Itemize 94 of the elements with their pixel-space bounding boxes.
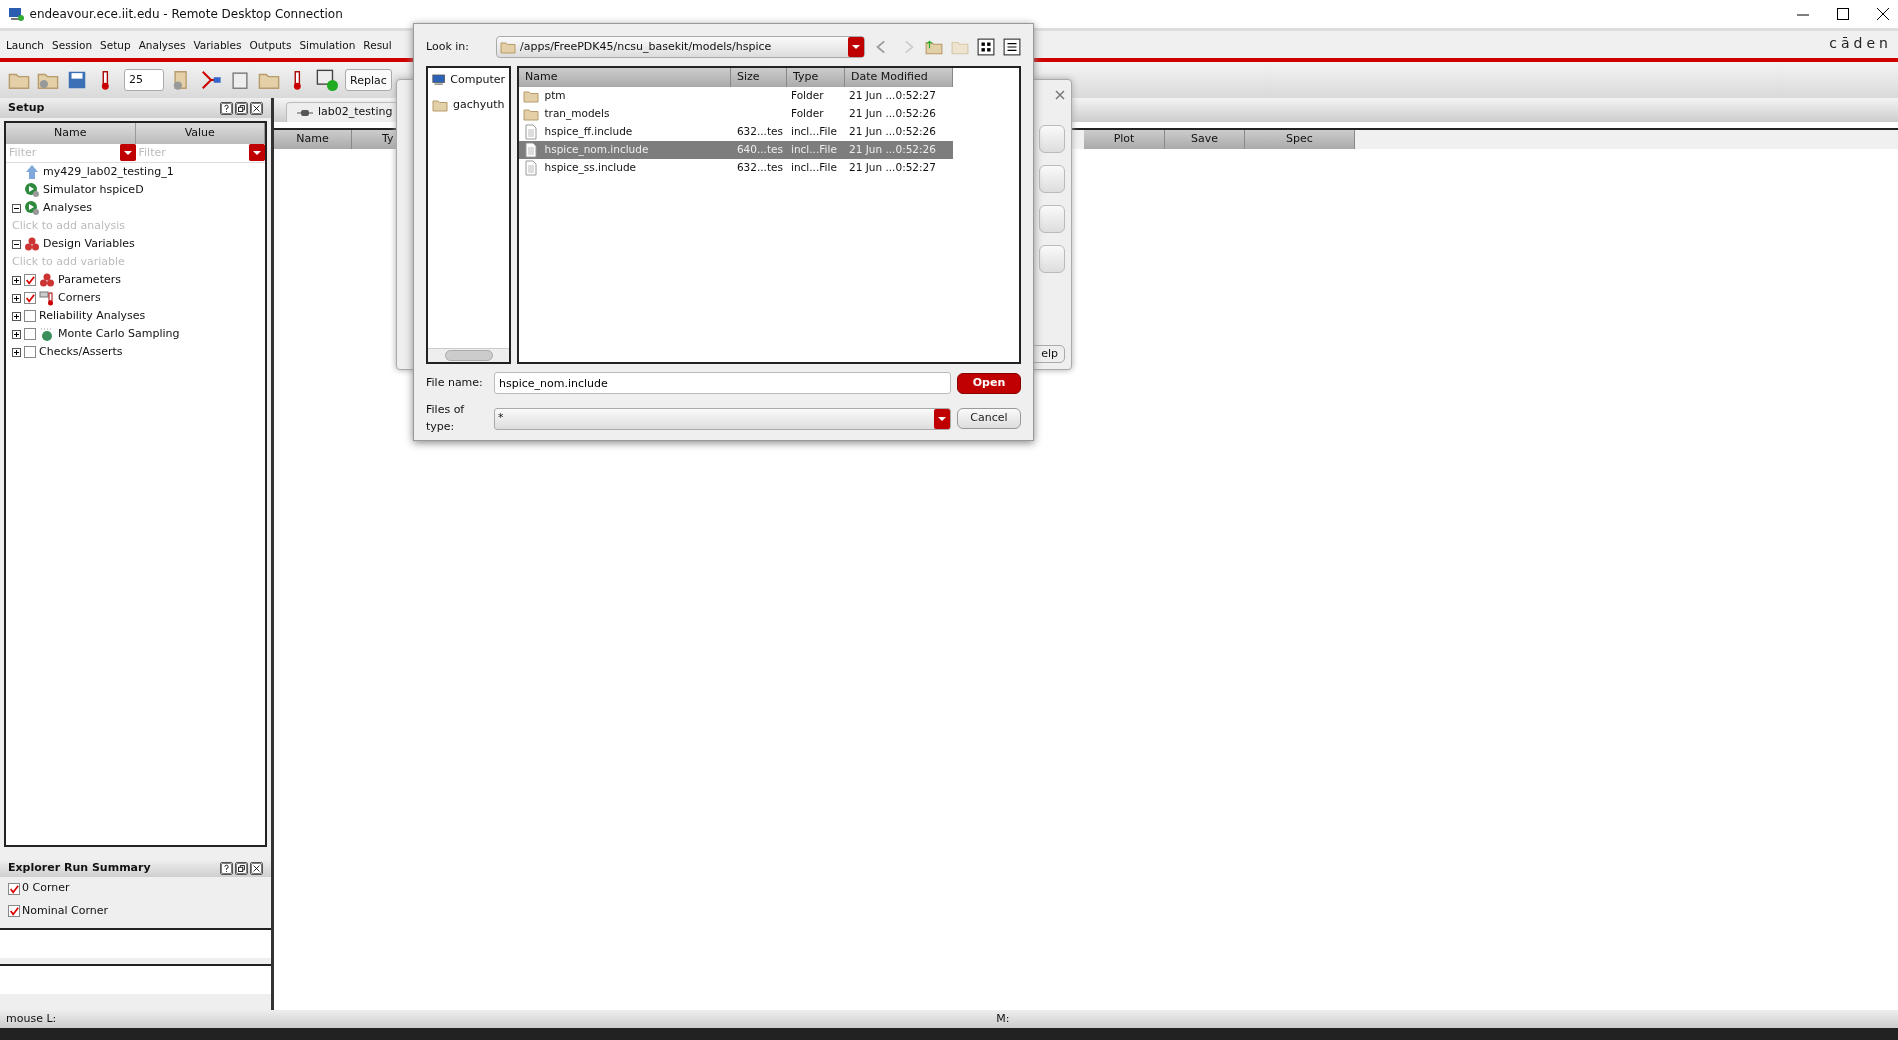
help-icon[interactable]: [220, 101, 233, 115]
up-arrow-icon: [24, 164, 40, 180]
restore-icon[interactable]: [235, 862, 248, 876]
file-name-field[interactable]: hspice_nom.include: [494, 372, 951, 394]
checkbox[interactable]: [24, 292, 36, 304]
expand-icon[interactable]: [12, 329, 21, 339]
tree-item[interactable]: Corners: [58, 289, 101, 307]
menu-item[interactable]: Session: [52, 38, 93, 54]
column-header[interactable]: Save: [1165, 130, 1245, 149]
tree-item[interactable]: Simulator hspiceD: [43, 181, 144, 199]
tree-item[interactable]: Parameters: [58, 271, 121, 289]
column-header[interactable]: Spec: [1245, 130, 1355, 149]
tree-item[interactable]: Checks/Asserts: [39, 343, 123, 361]
close-icon[interactable]: [1876, 7, 1890, 21]
list-view-icon[interactable]: [1003, 38, 1021, 56]
checkbox[interactable]: [24, 328, 36, 340]
tree-item[interactable]: Analyses: [43, 199, 93, 217]
close-icon[interactable]: [250, 101, 263, 115]
panel-title: Setup: [8, 99, 45, 116]
checkbox[interactable]: [8, 882, 20, 895]
thermometer-icon: [39, 290, 55, 306]
place-item[interactable]: Computer: [428, 68, 509, 93]
horizontal-scrollbar[interactable]: [428, 348, 509, 362]
probe-icon[interactable]: [200, 69, 222, 91]
spheres-icon: [24, 236, 40, 252]
field-label: Look in:: [426, 38, 470, 55]
cancel-button[interactable]: Cancel: [957, 408, 1021, 429]
panel-title: Explorer Run Summary: [8, 860, 151, 877]
file-row[interactable]: tran_models Folder 21 Jun ...0:52:26: [519, 104, 953, 123]
checkbox[interactable]: [24, 310, 36, 322]
mode-combo[interactable]: Replac: [345, 69, 392, 91]
remote-desktop-icon: [8, 6, 24, 22]
column-header[interactable]: Name: [519, 68, 731, 87]
look-in-combo[interactable]: /apps/FreePDK45/ncsu_basekit/models/hspice: [496, 36, 865, 58]
file-row[interactable]: hspice_ss.include 632...tes incl...File 21 Jun ...0:52:27: [519, 158, 953, 177]
column-header[interactable]: Name: [274, 130, 352, 149]
document-icon: [523, 123, 539, 140]
run-icon[interactable]: [316, 69, 338, 91]
help-icon[interactable]: [220, 862, 233, 876]
spheres-icon: [39, 272, 55, 288]
column-header[interactable]: Size: [731, 68, 787, 87]
expand-icon[interactable]: [12, 293, 21, 303]
temperature-field[interactable]: 25: [124, 69, 164, 91]
document-icon: [523, 159, 539, 176]
place-item[interactable]: gachyuth: [428, 92, 509, 117]
tree-item[interactable]: Reliability Analyses: [39, 307, 146, 325]
file-type-combo[interactable]: *: [494, 407, 951, 430]
status-text: mouse L:: [6, 1010, 57, 1027]
menu-item[interactable]: Outputs: [249, 38, 292, 54]
field-label: Files of type:: [426, 402, 466, 435]
menu-item[interactable]: Simulation: [299, 38, 356, 54]
menu-item[interactable]: Setup: [100, 38, 131, 54]
menu-item[interactable]: Resul: [363, 38, 392, 54]
field-label: File name:: [426, 374, 484, 391]
menu-item[interactable]: Launch: [6, 38, 45, 54]
expand-icon[interactable]: [12, 311, 21, 321]
logo: cāden: [1829, 34, 1892, 53]
checkbox-label: Nominal Corner: [22, 902, 108, 919]
folder-icon: [500, 39, 516, 55]
expand-icon[interactable]: [12, 275, 21, 285]
column-header[interactable]: Name: [6, 123, 136, 144]
status-text: M:: [996, 1010, 1010, 1027]
column-header[interactable]: Plot: [1084, 130, 1165, 149]
restore-icon[interactable]: [235, 101, 248, 115]
gear-play-icon: [24, 200, 40, 216]
window-title: endeavour.ece.iit.edu - Remote Desktop Connection: [29, 6, 343, 23]
folder-up-icon[interactable]: [925, 38, 943, 56]
save-icon[interactable]: [66, 69, 88, 91]
file-row[interactable]: ptm Folder 21 Jun ...0:52:27: [519, 86, 953, 105]
gear-play-icon: [24, 182, 40, 198]
dropdown-icon[interactable]: [848, 37, 864, 57]
close-icon[interactable]: [250, 862, 263, 876]
tree-item[interactable]: Monte Carlo Sampling: [58, 325, 180, 343]
file-row[interactable]: hspice_nom.include 640...tes incl...File 21 Jun ...0:52:26: [519, 140, 953, 159]
checkbox[interactable]: [24, 274, 36, 286]
menu-item[interactable]: Variables: [193, 38, 242, 54]
tree-item[interactable]: Design Variables: [43, 235, 135, 253]
column-header[interactable]: Date Modified: [845, 68, 953, 87]
open-button[interactable]: Open: [957, 372, 1021, 394]
document-icon: [523, 141, 539, 158]
expand-icon[interactable]: [12, 347, 21, 357]
column-header[interactable]: Value: [135, 123, 265, 144]
checkbox[interactable]: [24, 346, 36, 358]
maximize-icon[interactable]: [1836, 7, 1850, 21]
collapse-icon[interactable]: [12, 203, 21, 213]
checkbox-label: 0 Corner: [22, 880, 70, 897]
checkbox[interactable]: [8, 905, 20, 918]
tree-item[interactable]: my429_lab02_testing_1: [43, 163, 174, 181]
dropdown-icon[interactable]: [934, 408, 950, 429]
grid-view-icon[interactable]: [977, 38, 995, 56]
column-header[interactable]: Type: [787, 68, 845, 87]
file-row[interactable]: hspice_ff.include 632...tes incl...File 21 Jun ...0:52:26: [519, 122, 953, 141]
menu-item[interactable]: Analyses: [138, 38, 186, 54]
collapse-icon[interactable]: [12, 239, 21, 249]
